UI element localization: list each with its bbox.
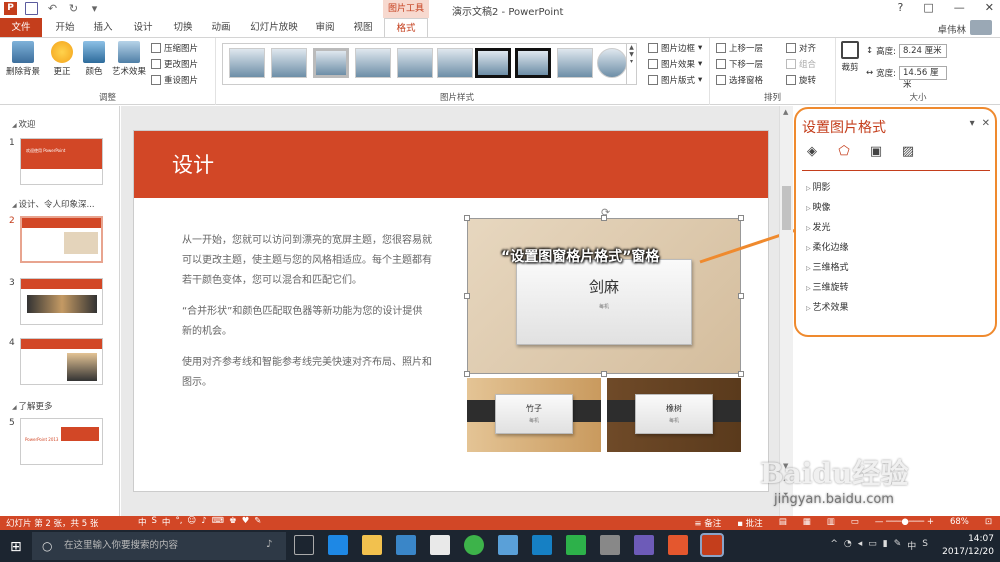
tools-icon[interactable]: ✎ <box>254 516 261 528</box>
app-green-icon[interactable] <box>464 535 484 555</box>
keyboard-icon[interactable]: ⌨ <box>212 516 224 528</box>
powerpoint-taskbar-icon[interactable] <box>700 533 724 557</box>
pane-section-3d-rotation[interactable]: 三维旋转 <box>806 280 849 293</box>
windows-taskbar: ⊞ 在这里输入你要搜索的内容 ♪ ^ ◔ ◂ ▭ ▮ ✎ 中 S 14:07 2… <box>0 530 1000 562</box>
app-purple-icon[interactable] <box>634 535 654 555</box>
effects-icon[interactable]: ⬠ <box>836 144 852 160</box>
edge-icon[interactable] <box>328 535 348 555</box>
sogou-icon[interactable]: S <box>152 516 157 528</box>
store-icon[interactable] <box>396 535 416 555</box>
reading-view-icon[interactable]: ▥ <box>827 517 835 529</box>
pane-section-reflection[interactable]: 映像 <box>806 200 831 213</box>
zoom-level[interactable]: 68% <box>950 517 969 529</box>
clock-time: 14:07 <box>968 534 994 544</box>
file-explorer-icon[interactable] <box>362 535 382 555</box>
pane-section-soft-edges[interactable]: 柔化边缘 <box>806 240 849 253</box>
clock[interactable]: 14:07 2017/12/20 <box>942 533 994 559</box>
mail-icon[interactable] <box>430 535 450 555</box>
slideshow-view-icon[interactable]: ▭ <box>851 517 859 529</box>
clock-date: 2017/12/20 <box>942 547 994 557</box>
app-screen-icon[interactable] <box>532 535 552 555</box>
comments-button[interactable]: ▪ 批注 <box>737 517 762 529</box>
ime-toolbar: 中 S 中 °, ☺ ♪ ⌨ ♚ ♥ ✎ <box>138 516 261 528</box>
pane-options-icon[interactable]: ▾ <box>970 118 975 129</box>
watermark: Baidu经验 jingyan.baidu.com <box>760 457 909 507</box>
slide-position-status: 幻灯片 第 2 张，共 5 张 <box>6 519 99 529</box>
ime-mode-icon[interactable]: 中 <box>162 516 171 528</box>
taskbar-apps <box>294 533 724 557</box>
settings-icon[interactable] <box>600 535 620 555</box>
pane-divider <box>802 170 990 171</box>
battery-icon[interactable]: ▮ <box>883 539 888 552</box>
pane-section-3d-format[interactable]: 三维格式 <box>806 260 849 273</box>
volume-icon[interactable]: ◂ <box>858 539 863 552</box>
notes-button[interactable]: ≡ 备注 <box>694 517 721 529</box>
taskbar-search-input[interactable]: 在这里输入你要搜索的内容 <box>32 532 286 560</box>
task-view-icon[interactable] <box>294 535 314 555</box>
size-properties-icon[interactable]: ▣ <box>868 144 884 160</box>
windows-start-icon[interactable]: ⊞ <box>10 539 22 555</box>
pen-icon[interactable]: ✎ <box>894 539 902 552</box>
normal-view-icon[interactable]: ▤ <box>779 517 787 529</box>
ime-lang-icon[interactable]: 中 <box>138 516 147 528</box>
zoom-slider[interactable]: — ───●─── + <box>875 517 934 529</box>
skin-icon[interactable]: ♥ <box>242 516 250 528</box>
format-pane-title: 设置图片格式 <box>802 120 886 136</box>
slide-sorter-icon[interactable]: ▦ <box>803 517 811 529</box>
punctuation-icon[interactable]: °, <box>175 516 182 528</box>
chevron-up-icon[interactable]: ^ <box>830 539 838 552</box>
pane-section-artistic-effects[interactable]: 艺术效果 <box>806 300 849 313</box>
scrollbar-thumb[interactable] <box>782 186 791 230</box>
network-icon[interactable]: ▭ <box>868 539 877 552</box>
system-tray: ^ ◔ ◂ ▭ ▮ ✎ 中 S <box>830 539 928 552</box>
scroll-up-icon[interactable]: ▲ <box>783 108 788 116</box>
app-blue-icon[interactable] <box>498 535 518 555</box>
sogou-tray-icon[interactable]: S <box>922 539 928 552</box>
pane-section-shadow[interactable]: 阴影 <box>806 180 831 193</box>
fit-slide-icon[interactable]: ⊡ <box>985 517 992 529</box>
picture-icon[interactable]: ▨ <box>900 144 916 160</box>
status-bar: 幻灯片 第 2 张，共 5 张 中 S 中 °, ☺ ♪ ⌨ ♚ ♥ ✎ ≡ 备… <box>0 516 1000 530</box>
pane-section-glow[interactable]: 发光 <box>806 220 831 233</box>
wechat-icon[interactable] <box>566 535 586 555</box>
microphone-icon[interactable]: ♪ <box>266 539 272 550</box>
voice-icon[interactable]: ♪ <box>201 516 206 528</box>
user-icon[interactable]: ♚ <box>229 516 237 528</box>
sogou-app-icon[interactable] <box>668 535 688 555</box>
pane-close-icon[interactable]: ✕ <box>982 118 990 129</box>
ime-cn-indicator[interactable]: 中 <box>907 539 916 552</box>
fill-line-icon[interactable]: ◈ <box>804 144 820 160</box>
wifi-icon[interactable]: ◔ <box>844 539 852 552</box>
emoji-icon[interactable]: ☺ <box>187 516 196 528</box>
